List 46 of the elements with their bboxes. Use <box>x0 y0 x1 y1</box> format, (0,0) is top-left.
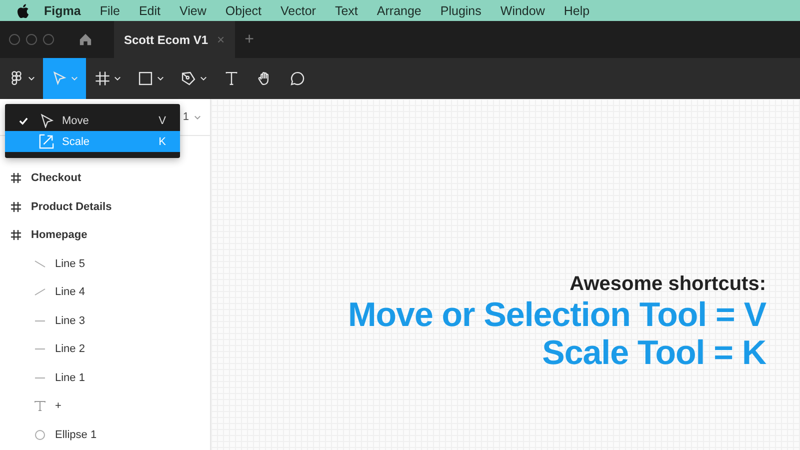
menu-item[interactable]: Window <box>500 4 545 18</box>
new-tab-button[interactable]: + <box>244 30 254 48</box>
frame-icon <box>10 172 22 184</box>
cursor-icon <box>39 113 54 128</box>
menu-item[interactable]: Edit <box>138 4 161 18</box>
frame-icon <box>94 70 111 87</box>
layer-item[interactable]: Homepage <box>0 221 210 250</box>
layer-item[interactable]: Ellipse 1 <box>0 420 210 449</box>
layer-item[interactable]: Line 3 <box>0 306 210 335</box>
menu-item[interactable]: Arrange <box>376 4 422 18</box>
text-icon <box>34 400 46 412</box>
line-icon <box>34 258 46 270</box>
menu-item[interactable]: Plugins <box>440 4 482 18</box>
cursor-icon <box>51 70 68 87</box>
caret-icon <box>194 114 201 120</box>
layer-item[interactable]: Line 5 <box>0 250 210 278</box>
menu-item[interactable]: View <box>180 4 206 18</box>
layer-item[interactable]: Line 1 <box>0 364 210 392</box>
menu-item[interactable]: Vector <box>280 4 316 18</box>
text-icon <box>223 70 240 87</box>
ellipse-icon <box>34 428 46 441</box>
page-selector[interactable]: 1 <box>182 111 189 123</box>
layer-item[interactable]: Line 4 <box>0 278 210 306</box>
caption-heading: Awesome shortcuts: <box>570 272 766 296</box>
line-icon <box>34 286 46 298</box>
frame-icon <box>10 200 22 213</box>
home-icon[interactable] <box>79 33 92 46</box>
menu-item[interactable]: Object <box>225 4 262 18</box>
caption-line: Move or Selection Tool = V <box>348 296 766 334</box>
rectangle-icon <box>137 70 154 87</box>
layer-item[interactable]: Checkout <box>0 164 210 192</box>
menu-item[interactable]: Text <box>334 4 358 18</box>
pen-icon <box>180 70 197 87</box>
file-tab[interactable]: Scott Ecom V1 × <box>114 21 235 58</box>
layer-item[interactable]: Line 2 <box>0 335 210 364</box>
layer-item[interactable]: + <box>0 392 210 420</box>
caption-line: Scale Tool = K <box>542 334 766 372</box>
app-menu[interactable]: Figma <box>44 4 81 18</box>
comment-icon <box>289 70 306 87</box>
menu-item[interactable]: File <box>100 4 120 18</box>
dropdown-item[interactable]: Move V <box>5 110 180 131</box>
apple-icon[interactable] <box>17 4 29 18</box>
scale-icon <box>39 134 54 149</box>
layer-item[interactable]: Product Details <box>0 192 210 221</box>
menu-item[interactable]: Help <box>564 4 590 18</box>
frame-icon <box>10 229 22 242</box>
